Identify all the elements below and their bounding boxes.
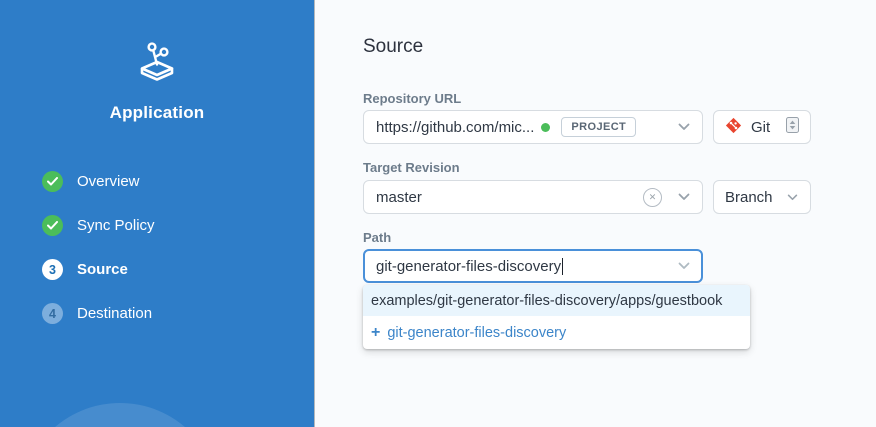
wizard-steps: Overview Sync Policy 3 Source 4 Destinat… — [0, 171, 314, 324]
path-suggestions-dropdown: examples/git-generator-files-discovery/a… — [363, 285, 750, 349]
text-cursor — [562, 258, 563, 275]
source-step-panel: Source Repository URL https://github.com… — [316, 0, 876, 427]
target-revision-label: Target Revision — [363, 160, 460, 175]
step-number-badge: 4 — [42, 303, 63, 324]
decorative-circle — [20, 403, 220, 427]
path-value: git-generator-files-discovery — [376, 258, 561, 275]
chevron-down-icon[interactable] — [678, 193, 690, 201]
step-sync-policy[interactable]: Sync Policy — [42, 215, 314, 236]
path-input[interactable]: git-generator-files-discovery — [363, 249, 703, 283]
select-stepper-icon[interactable] — [786, 117, 799, 137]
application-box-branch-icon — [132, 36, 182, 93]
connection-status-dot — [541, 123, 550, 132]
chevron-down-icon[interactable] — [678, 123, 690, 131]
step-destination[interactable]: 4 Destination — [42, 303, 314, 324]
revision-type-selector[interactable]: Branch — [713, 180, 811, 214]
step-number-badge: 3 — [42, 259, 63, 280]
check-icon — [42, 171, 63, 192]
page-title: Source — [363, 36, 423, 58]
git-logo-icon — [725, 117, 742, 138]
suggestion-text: git-generator-files-discovery — [387, 325, 566, 341]
suggestion-text: examples/git-generator-files-discovery/a… — [371, 293, 722, 309]
repo-type-value: Git — [751, 119, 770, 136]
clear-icon[interactable]: ✕ — [643, 188, 662, 207]
check-icon — [42, 215, 63, 236]
suggestion-item-create[interactable]: + git-generator-files-discovery — [363, 316, 750, 349]
step-label: Destination — [77, 305, 152, 322]
suggestion-item[interactable]: examples/git-generator-files-discovery/a… — [363, 285, 750, 316]
target-revision-input[interactable]: master ✕ — [363, 180, 703, 214]
step-overview[interactable]: Overview — [42, 171, 314, 192]
step-source[interactable]: 3 Source — [42, 259, 314, 280]
wizard-title: Application — [0, 103, 314, 123]
chevron-down-icon[interactable] — [787, 194, 799, 201]
plus-icon: + — [371, 324, 380, 342]
repo-type-selector[interactable]: Git — [713, 110, 811, 144]
repository-url-input[interactable]: https://github.com/mic... PROJECT — [363, 110, 703, 144]
repository-url-value: https://github.com/mic... — [376, 119, 534, 136]
step-label: Overview — [77, 173, 140, 190]
application-wizard: Application Overview Sync Policy 3 Sourc… — [0, 0, 876, 427]
repository-url-label: Repository URL — [363, 91, 461, 106]
revision-type-value: Branch — [725, 189, 773, 206]
chevron-down-icon[interactable] — [678, 262, 690, 270]
project-scope-badge: PROJECT — [561, 117, 636, 137]
path-label: Path — [363, 230, 391, 245]
step-label: Sync Policy — [77, 217, 155, 234]
wizard-sidebar: Application Overview Sync Policy 3 Sourc… — [0, 0, 315, 427]
target-revision-value: master — [376, 189, 422, 206]
step-label: Source — [77, 261, 128, 278]
